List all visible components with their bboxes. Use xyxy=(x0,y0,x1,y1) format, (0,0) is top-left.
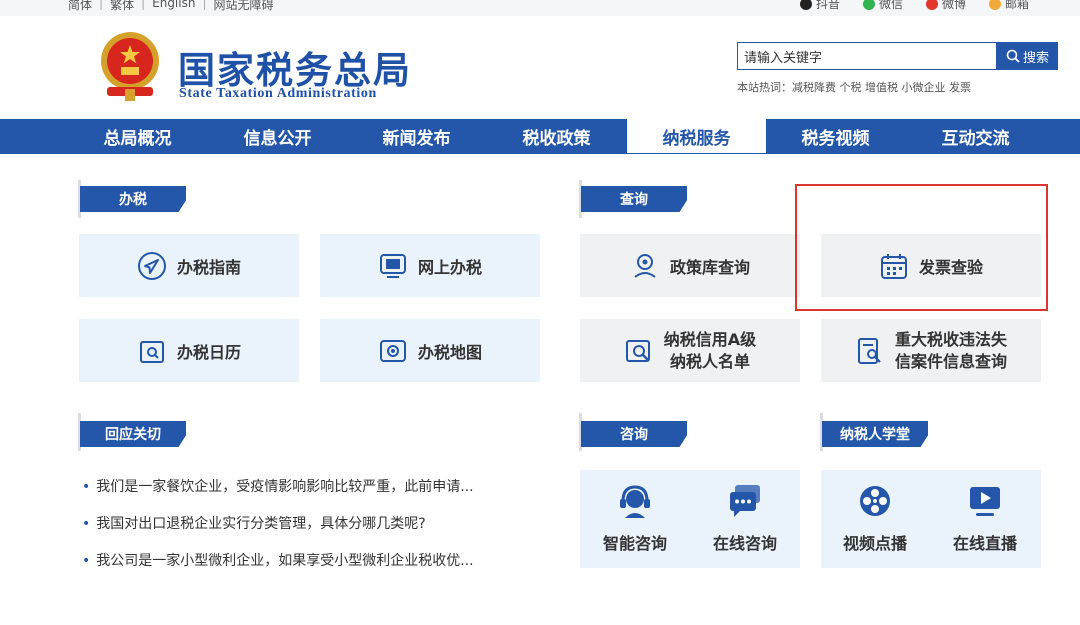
tile-label-line2: 纳税人名单 xyxy=(669,351,750,371)
qa-item-2[interactable]: • 我国对出口退税企业实行分类管理，具体分哪几类呢? xyxy=(82,513,426,533)
douyin-icon xyxy=(800,0,812,10)
live-stream-label: 在线直播 xyxy=(952,534,1017,553)
mail-icon xyxy=(989,0,1001,10)
live-stream-button[interactable]: 在线直播 xyxy=(940,482,1030,554)
tile-banshui-guide[interactable]: 办税指南 xyxy=(79,234,299,297)
bullet: • xyxy=(82,516,91,532)
tile-major-violation-query[interactable]: 重大税收违法失 信案件信息查询 xyxy=(821,319,1041,382)
bullet: • xyxy=(82,479,91,495)
video-on-demand-button[interactable]: 视频点播 xyxy=(830,482,920,554)
qa-item-text: 我公司是一家小型微利企业，如果享受小型微利企业税收优... xyxy=(96,553,474,569)
nav-item-policy[interactable]: 税收政策 xyxy=(487,119,626,154)
nav-item-video[interactable]: 税务视频 xyxy=(766,119,905,154)
search-button-label: 搜索 xyxy=(1022,50,1049,66)
navigation-arrow-icon xyxy=(137,251,166,280)
document-search-icon xyxy=(625,339,650,362)
search-button[interactable]: 搜索 xyxy=(997,42,1058,70)
play-screen-icon xyxy=(970,487,1000,516)
qa-item-text: 我国对出口退税企业实行分类管理，具体分哪几类呢? xyxy=(96,516,426,532)
nav-item-news[interactable]: 新闻发布 xyxy=(347,119,486,154)
tile-label: 办税指南 xyxy=(176,257,241,277)
nav-item-interaction[interactable]: 互动交流 xyxy=(906,119,1045,154)
social-douyin-label: 抖音 xyxy=(816,0,841,11)
smart-consult-button[interactable]: 智能咨询 xyxy=(590,482,680,554)
nav-item-taxpayer-service[interactable]: 纳税服务 xyxy=(627,119,766,153)
tile-tax-map[interactable]: 办税地图 xyxy=(320,319,540,382)
qa-item-text: 我们是一家餐饮企业，受疫情影响影响比较严重，此前申请... xyxy=(96,479,474,495)
language-links: 简体 | 繁体 | English | 网站无障碍 xyxy=(68,0,274,13)
nav-item-overview[interactable]: 总局概况 xyxy=(68,119,207,154)
section-title-zixun: 咨询 xyxy=(581,421,687,447)
headset-agent-icon xyxy=(620,485,650,518)
social-weibo[interactable]: 微博 xyxy=(926,0,966,12)
section-title-chaxun: 查询 xyxy=(581,186,687,212)
map-target-icon xyxy=(379,339,406,362)
tile-online-tax[interactable]: 网上办税 xyxy=(320,234,540,297)
online-consult-button[interactable]: 在线咨询 xyxy=(700,482,790,554)
section-title-xuetang: 纳税人学堂 xyxy=(822,421,928,447)
tile-label: 政策库查询 xyxy=(669,257,750,277)
weibo-icon xyxy=(926,0,938,10)
hot-keywords[interactable]: 本站热词：减税降费 个税 增值税 小微企业 发票 xyxy=(737,79,971,95)
highlight-box xyxy=(795,184,1048,311)
tile-label: 网上办税 xyxy=(417,257,482,277)
social-wechat[interactable]: 微信 xyxy=(863,0,903,12)
social-mail-label: 邮箱 xyxy=(1005,0,1030,11)
tile-policy-search[interactable]: 政策库查询 xyxy=(580,234,800,297)
lang-english-link[interactable]: English xyxy=(152,0,195,13)
tile-label: 办税地图 xyxy=(417,342,482,362)
accessibility-link[interactable]: 网站无障碍 xyxy=(214,0,274,13)
tile-tax-calendar[interactable]: 办税日历 xyxy=(79,319,299,382)
online-consult-label: 在线咨询 xyxy=(712,534,777,553)
search-box[interactable] xyxy=(737,42,997,70)
social-douyin[interactable]: 抖音 xyxy=(800,0,840,12)
qa-item-1[interactable]: • 我们是一家餐饮企业，受疫情影响影响比较严重，此前申请... xyxy=(82,476,474,496)
video-on-demand-label: 视频点播 xyxy=(842,534,907,553)
section-title-huiying: 回应关切 xyxy=(80,421,186,447)
tile-label-line2: 信案件信息查询 xyxy=(894,351,1007,371)
social-mail[interactable]: 邮箱 xyxy=(989,0,1029,12)
file-search-icon xyxy=(857,337,881,364)
lang-simplified-link[interactable]: 简体 xyxy=(68,0,92,13)
social-wechat-label: 微信 xyxy=(879,0,904,11)
national-emblem-logo xyxy=(101,32,159,101)
site-title-english: State Taxation Administration xyxy=(179,86,377,101)
search-icon xyxy=(1006,49,1020,63)
bullet: • xyxy=(82,553,91,569)
tile-label: 办税日历 xyxy=(176,342,241,362)
tile-credit-a-list[interactable]: 纳税信用A级 纳税人名单 xyxy=(580,319,800,382)
lang-traditional-link[interactable]: 繁体 xyxy=(110,0,134,13)
chat-bubble-icon xyxy=(730,485,760,517)
tax-monitor-icon xyxy=(379,253,406,278)
qa-item-3[interactable]: • 我公司是一家小型微利企业，如果享受小型微利企业税收优... xyxy=(82,550,474,570)
film-reel-icon xyxy=(860,486,890,516)
tile-label-line1: 纳税信用A级 xyxy=(663,329,757,349)
search-input[interactable] xyxy=(738,43,996,69)
nav-item-disclosure[interactable]: 信息公开 xyxy=(208,119,347,154)
tile-label-line1: 重大税收违法失 xyxy=(894,329,1007,349)
wechat-icon xyxy=(863,0,875,10)
smart-consult-label: 智能咨询 xyxy=(602,534,667,553)
section-title-banshui: 办税 xyxy=(80,186,186,212)
calendar-search-icon xyxy=(139,340,164,363)
social-weibo-label: 微博 xyxy=(942,0,967,11)
location-person-icon xyxy=(634,253,656,278)
